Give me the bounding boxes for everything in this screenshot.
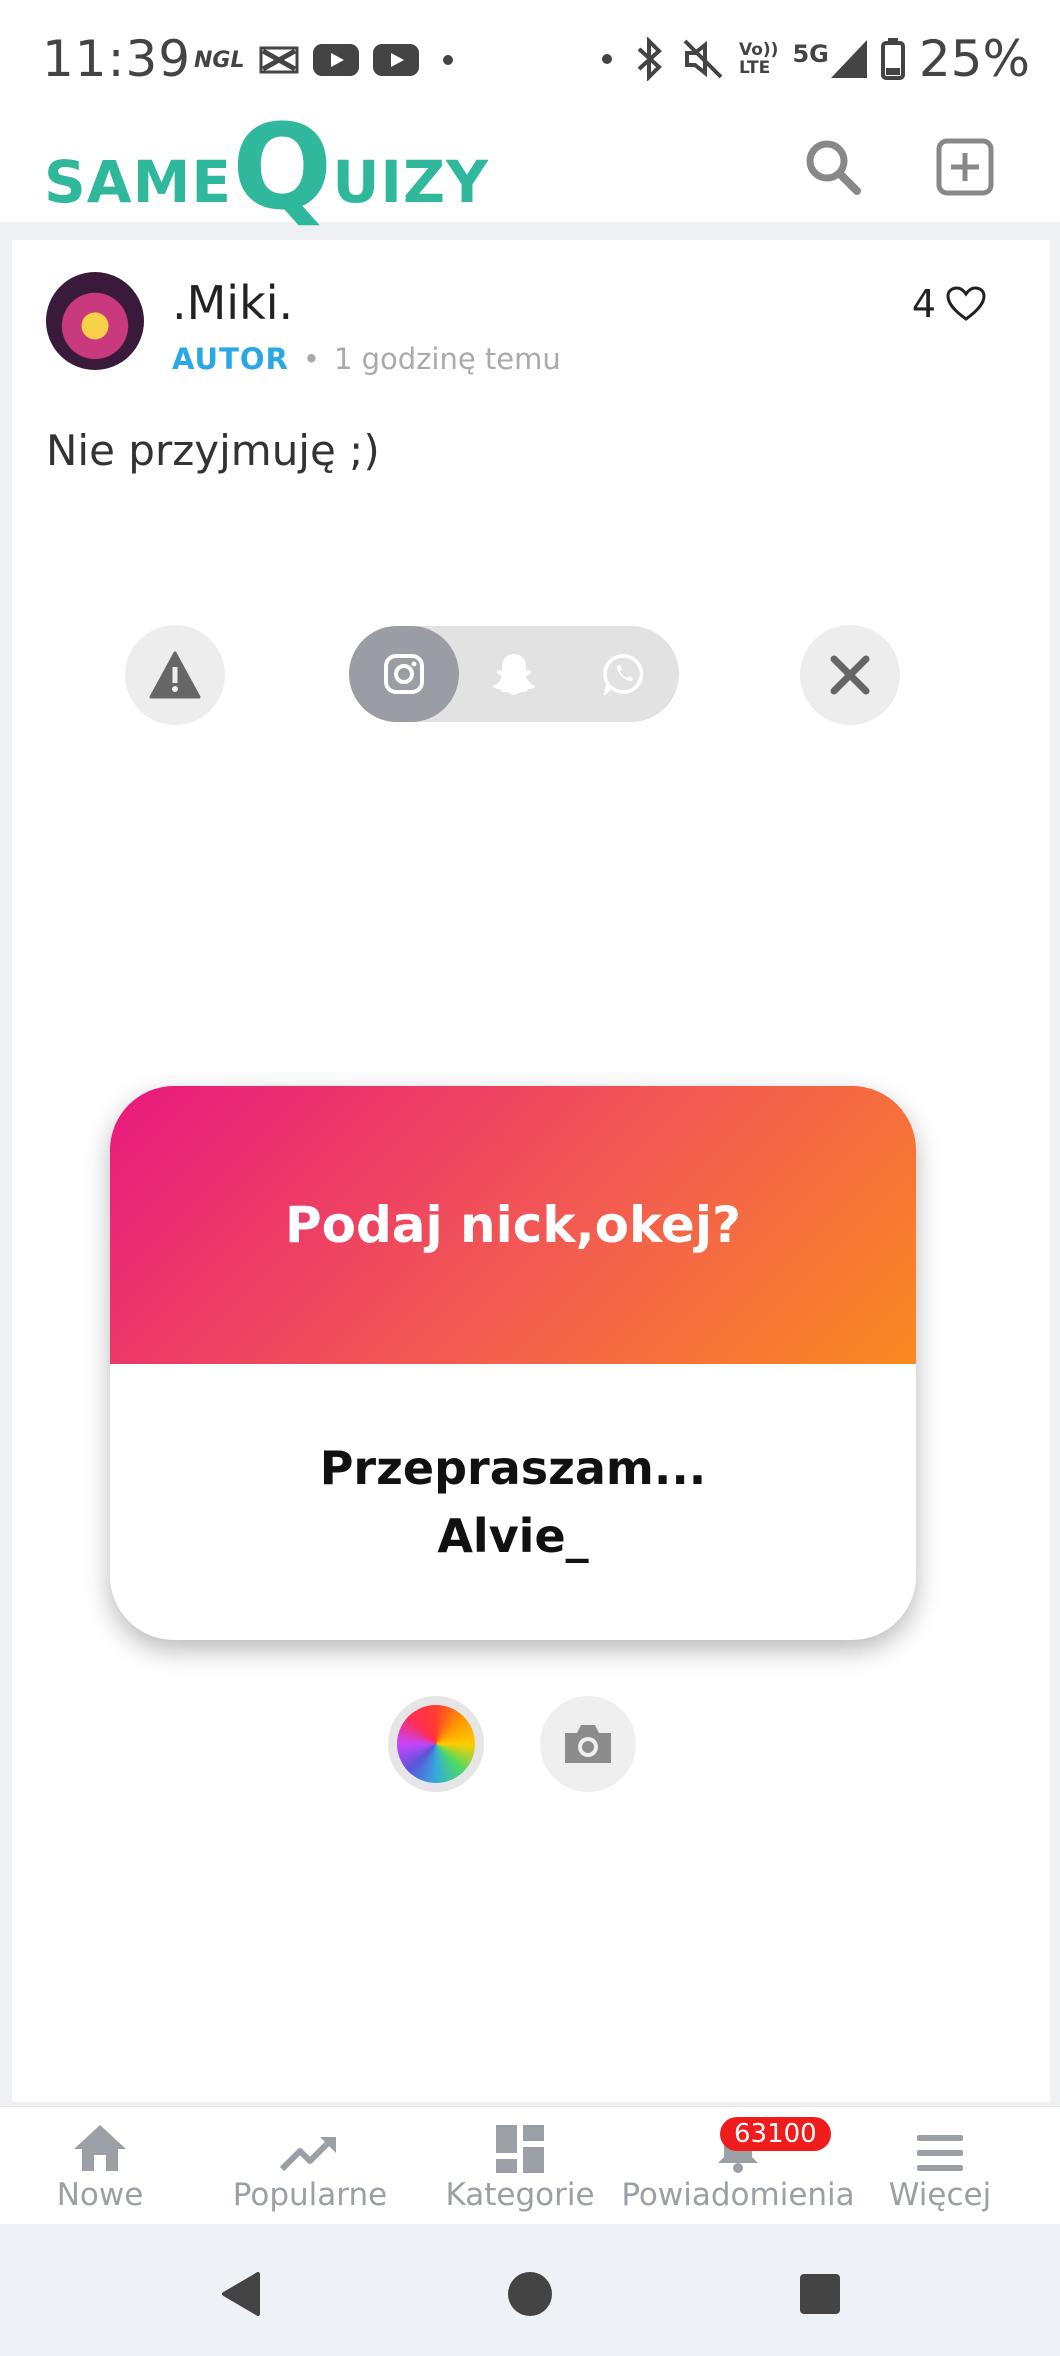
instagram-icon [384,654,424,694]
bluetooth-icon [637,37,662,81]
color-picker-button[interactable] [388,1696,484,1792]
system-recents-button[interactable] [790,2264,850,2324]
answer-line-2: Alvie_ [437,1509,589,1563]
nav-powiadomienia[interactable]: Powiadomienia 63100 [621,2107,855,2225]
close-button[interactable] [800,625,900,725]
nav-label-powiadomienia: Powiadomienia [621,2177,855,2213]
menu-icon [917,2135,963,2171]
post-comment: Nie przyjmuję ;) [46,426,380,475]
snapchat-icon [493,654,535,695]
network-gen-label: 5G [792,40,829,68]
volte-icon: Vo)) LTE [739,41,778,77]
logo-uizy: UIZY [332,148,490,216]
add-quiz-button[interactable] [930,132,1000,202]
whatsapp-icon [603,654,644,695]
search-icon [806,140,861,195]
battery-icon [880,38,905,80]
nav-nowe[interactable]: Nowe [40,2107,160,2225]
status-left-icons: NGL [194,44,463,76]
question-header: Podaj nick,okej? [110,1086,916,1364]
battery-percent: 25% [918,30,1030,88]
report-button[interactable] [125,625,225,725]
author-badge: AUTOR [172,342,289,376]
color-wheel-icon [397,1705,475,1783]
ngl-icon: NGL [194,47,245,73]
mute-icon [683,39,723,79]
camera-button[interactable] [540,1696,636,1792]
post-meta: AUTOR • 1 godzinę temu [172,342,561,376]
volte-bottom: LTE [739,58,771,78]
like-button[interactable]: 4 [912,282,986,326]
system-home-button[interactable] [500,2264,560,2324]
notification-badge: 63100 [720,2117,831,2151]
add-square-icon [936,138,994,196]
meta-separator: • [302,342,320,376]
post-card: .Miki. AUTOR • 1 godzinę temu 4 Nie przy… [12,240,1050,2102]
status-time: 11:39 [42,30,192,88]
status-bar: 11:39 NGL Vo)) LTE 5G 25% [0,0,1060,120]
nav-wiecej[interactable]: Więcej [880,2107,1000,2225]
system-nav-bar [0,2224,1060,2356]
answer-line-1: Przepraszam... [319,1441,707,1495]
search-button[interactable] [798,132,868,202]
app-header: SAME Q UIZY [0,108,1060,226]
nav-label-popularne: Popularne [232,2177,388,2213]
back-triangle-icon [222,2272,260,2316]
share-instagram[interactable] [349,626,459,722]
recents-square-icon [800,2274,840,2314]
bottom-nav: Nowe Popularne Kategorie Powiadomienia 6… [0,2106,1060,2225]
post-username[interactable]: .Miki. [172,276,293,330]
share-snapchat[interactable] [459,626,569,722]
youtube-icon [372,44,419,76]
question-card: Podaj nick,okej? Przepraszam... Alvie_ [110,1086,916,1640]
trending-icon [280,2136,336,2172]
home-icon [74,2125,126,2171]
dot-icon [602,54,612,64]
heart-icon [946,286,986,321]
nav-label-nowe: Nowe [56,2177,144,2213]
nav-label-kategorie: Kategorie [445,2177,595,2213]
samequizy-logo[interactable]: SAME Q UIZY [44,108,490,226]
signal-icon [830,40,867,78]
home-circle-icon [508,2272,552,2316]
close-icon [830,655,870,695]
logo-q: Q [232,98,333,236]
answer-area: Przepraszam... Alvie_ [110,1364,916,1640]
volte-top: Vo)) [739,40,779,60]
question-text: Podaj nick,okej? [284,1196,741,1254]
warning-icon [149,651,201,699]
youtube-icon [312,44,359,76]
camera-icon [565,1725,611,1763]
grid-icon [496,2125,544,2173]
share-selector [349,626,679,722]
nav-kategorie[interactable]: Kategorie [445,2107,595,2225]
nav-label-wiecej: Więcej [888,2177,992,2213]
capcut-icon [259,46,298,74]
network-gen: 5G [792,40,867,78]
logo-same: SAME [44,148,232,216]
avatar[interactable] [46,272,144,370]
nav-popularne[interactable]: Popularne [230,2107,390,2225]
post-time: 1 godzinę temu [333,342,561,376]
share-whatsapp[interactable] [569,626,679,722]
dot-icon [442,55,453,65]
like-count: 4 [911,282,936,326]
system-back-button[interactable] [210,2264,270,2324]
status-right-icons: Vo)) LTE 5G 25% [597,30,1030,88]
